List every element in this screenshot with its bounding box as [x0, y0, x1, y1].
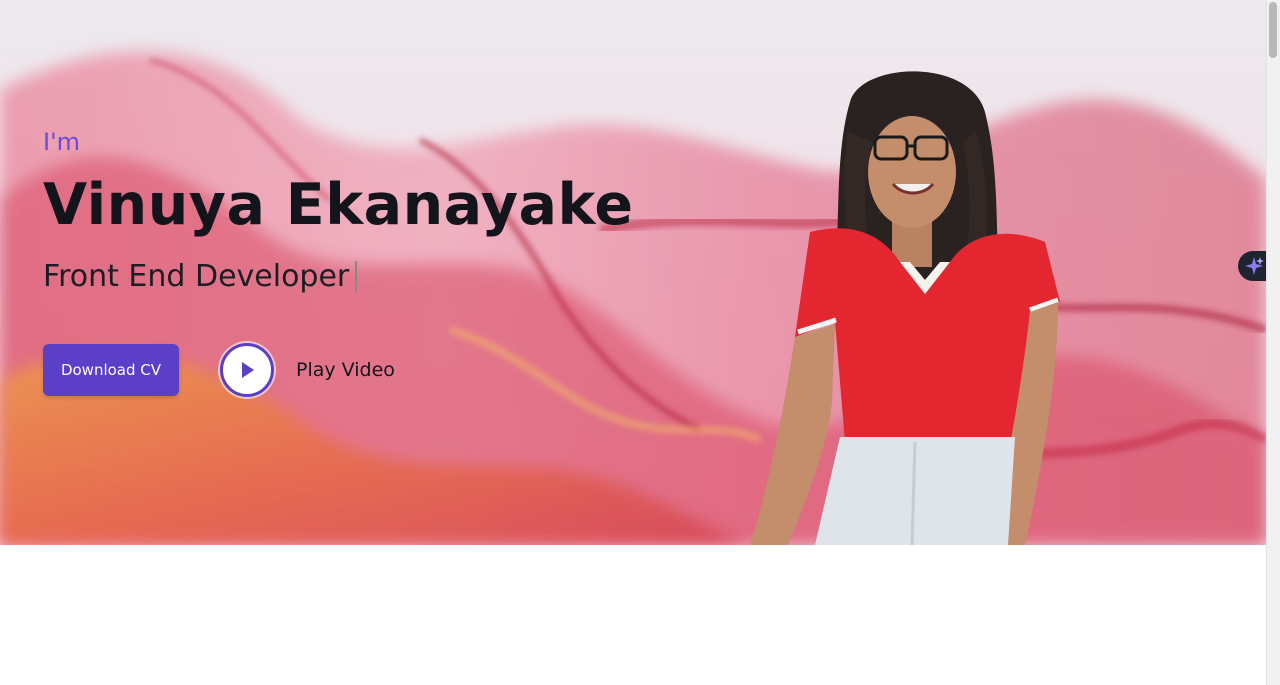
page-scrollbar[interactable]	[1266, 0, 1280, 685]
play-video-button[interactable]: Play Video	[220, 340, 395, 400]
developer-name: Vinuya Ekanayake	[43, 172, 634, 238]
scrollbar-thumb[interactable]	[1269, 2, 1277, 58]
typed-role: Front End Developer	[43, 259, 358, 294]
typing-cursor	[355, 261, 358, 291]
play-video-label[interactable]: Play Video	[296, 359, 395, 381]
role-text: Front End Developer	[43, 259, 350, 294]
download-cv-button[interactable]: Download CV	[43, 344, 179, 396]
intro-text: I'm	[43, 128, 81, 156]
play-icon	[242, 362, 254, 378]
sparkle-icon	[1245, 257, 1264, 275]
hero-section: I'm Vinuya Ekanayake Front End Developer…	[0, 0, 1266, 545]
profile-photo	[750, 71, 1060, 545]
play-circle[interactable]	[220, 343, 274, 397]
